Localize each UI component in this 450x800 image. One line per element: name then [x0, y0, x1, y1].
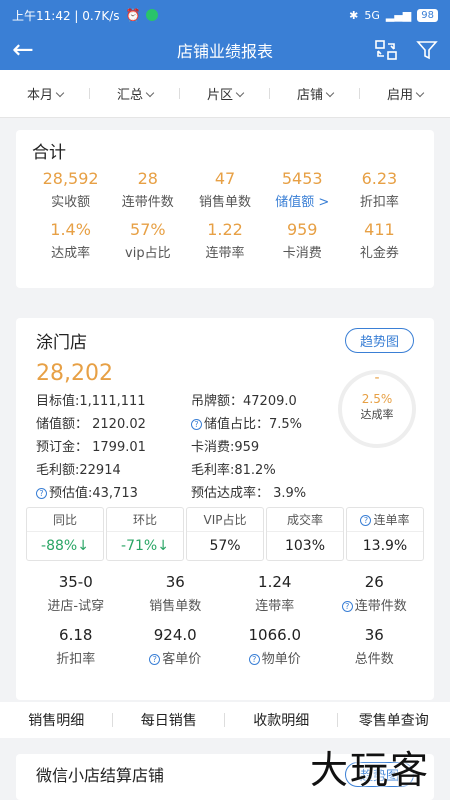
metric-card-spend: 959 卡消费 — [282, 220, 322, 261]
stat-joint-rate: 1.24 连带率 — [255, 573, 295, 614]
metric-discount: 6.23 折扣率 — [359, 169, 399, 210]
signal-label: 5G — [364, 8, 380, 22]
metric-gift-voucher: 411 礼金券 — [359, 220, 399, 261]
metric-joint-rate: 1.22 连带率 — [205, 220, 245, 261]
info-target: 目标值:1,111,111 — [36, 394, 146, 409]
back-arrow-icon[interactable]: ← — [12, 37, 42, 63]
status-time: 上午11:42 | 0.7K/s — [12, 8, 120, 23]
metric-achievement: 1.4% 达成率 — [50, 220, 91, 261]
store-info: 目标值:1,111,111 吊牌额：47209.0 储值额： 2120.02 ?… — [26, 390, 356, 501]
chevron-down-icon — [145, 88, 155, 98]
achievement-gauge: - 2.5% 达成率 — [338, 370, 416, 448]
next-store-name: 微信小店结算店铺 — [36, 766, 165, 785]
filter-region[interactable]: 片区 — [180, 84, 270, 103]
help-icon[interactable]: ? — [36, 488, 47, 499]
info-estimate-rate: 预估达成率： 3.9% — [191, 486, 307, 501]
watermark-logo: 大玩客 — [309, 748, 430, 792]
filter-period[interactable]: 本月 — [0, 84, 90, 103]
compare-row: 同比 -88%↓ 环比 -71%↓ VIP占比 57% 成交率 103% ? 连单率 13.… — [26, 507, 424, 561]
filter-icon[interactable] — [416, 39, 438, 61]
info-tag-amount: 吊牌额：47209.0 — [191, 394, 297, 409]
compare-yoy: 同比 -88%↓ — [26, 507, 104, 561]
status-bar: 上午11:42 | 0.7K/s ⏰ ✱ 5G ▂▄▆ 98 — [0, 0, 450, 30]
filter-status[interactable]: 启用 — [360, 84, 450, 103]
filter-bar: 本月 汇总 片区 店铺 启用 — [0, 70, 450, 118]
stat-avg-order: 924.0? 客单价 — [126, 626, 226, 667]
trend-chart-button[interactable]: 趋势图 — [344, 328, 414, 353]
tab-sales-detail[interactable]: 销售明细 — [0, 710, 113, 730]
stat-discount: 6.18 折扣率 — [56, 626, 96, 667]
info-deposit: 预订金： 1799.01 — [36, 440, 146, 455]
summary-title: 合计 — [32, 143, 66, 163]
stored-value-link[interactable]: 储值额 > — [264, 191, 341, 210]
compare-vip: VIP占比 57% — [186, 507, 264, 561]
info-estimate: ? 预估值:43,713 — [36, 482, 191, 501]
help-icon[interactable]: ? — [248, 654, 260, 665]
chevron-down-icon — [415, 88, 425, 98]
detail-tabs: 销售明细 每日销售 收款明细 零售单查询 — [0, 702, 450, 738]
stat-avg-item: 1066.0? 物单价 — [248, 626, 302, 667]
store-card: 涂门店 趋势图 28,202 - 2.5% 达成率 目标值:1,111,111 … — [16, 318, 434, 700]
summary-row-1: 28,592 实收额 28 连带件数 47 销售单数 5453 储值额 > 6.23 折扣… — [32, 169, 418, 210]
stat-joint-items: 26? 连带件数 — [325, 573, 425, 614]
app-notification-icon — [146, 9, 159, 21]
battery-icon: 98 — [417, 8, 438, 22]
bluetooth-icon: ✱ — [349, 8, 359, 22]
filter-summary[interactable]: 汇总 — [90, 84, 180, 103]
chevron-down-icon — [325, 88, 335, 98]
help-icon[interactable]: ? — [360, 515, 372, 526]
tab-retail-query[interactable]: 零售单查询 — [338, 710, 450, 730]
compare-multi-order: ? 连单率 13.9% — [346, 507, 424, 561]
metric-joint-items: 28 连带件数 — [121, 169, 174, 210]
metric-vip-ratio: 57% vip占比 — [125, 220, 171, 261]
summary-row-2: 1.4% 达成率 57% vip占比 1.22 连带率 959 卡消费 411 礼金券 — [32, 220, 418, 261]
info-stored: 储值额： 2120.02 — [36, 417, 146, 432]
chevron-down-icon — [235, 88, 245, 98]
tab-payment-detail[interactable]: 收款明细 — [225, 710, 338, 730]
summary-card: 合计 28,592 实收额 28 连带件数 47 销售单数 5453 储值额 > 6.2… — [16, 130, 434, 288]
info-gross-profit: 毛利额:22914 — [36, 463, 121, 478]
metric-orders: 47 销售单数 — [199, 169, 252, 210]
metric-received: 28,592 实收额 — [42, 169, 99, 210]
stat-orders: 36 销售单数 — [149, 573, 202, 614]
help-icon[interactable]: ? — [149, 654, 161, 665]
store-name: 涂门店 — [36, 333, 87, 353]
info-card-spend: 卡消费:959 — [191, 440, 260, 455]
help-icon[interactable]: ? — [341, 601, 353, 612]
metric-stored-value[interactable]: 5453 储值额 > — [264, 169, 341, 210]
store-stats: 35-0 进店-试穿 36 销售单数 1.24 连带率 26? 连带件数 6.18 折扣率… — [26, 573, 424, 679]
info-gross-rate: 毛利率:81.2% — [191, 463, 276, 478]
stat-visit-tryon: 35-0 进店-试穿 — [47, 573, 105, 614]
compare-conversion: 成交率 103% — [266, 507, 344, 561]
help-icon[interactable]: ? — [191, 419, 202, 430]
top-bar: 上午11:42 | 0.7K/s ⏰ ✱ 5G ▂▄▆ 98 ← 店铺业绩报表 — [0, 0, 450, 70]
info-stored-ratio: ? 储值占比：7.5% — [191, 413, 346, 432]
filter-store[interactable]: 店铺 — [270, 84, 360, 103]
compare-mom: 环比 -71%↓ — [106, 507, 184, 561]
tab-daily-sales[interactable]: 每日销售 — [113, 710, 226, 730]
signal-icon: ▂▄▆ — [385, 8, 412, 22]
header: ← 店铺业绩报表 — [0, 30, 450, 70]
swap-icon[interactable] — [374, 39, 398, 61]
stat-total-items: 36 总件数 — [354, 626, 394, 667]
alarm-icon: ⏰ — [125, 8, 141, 22]
chevron-down-icon — [55, 88, 65, 98]
